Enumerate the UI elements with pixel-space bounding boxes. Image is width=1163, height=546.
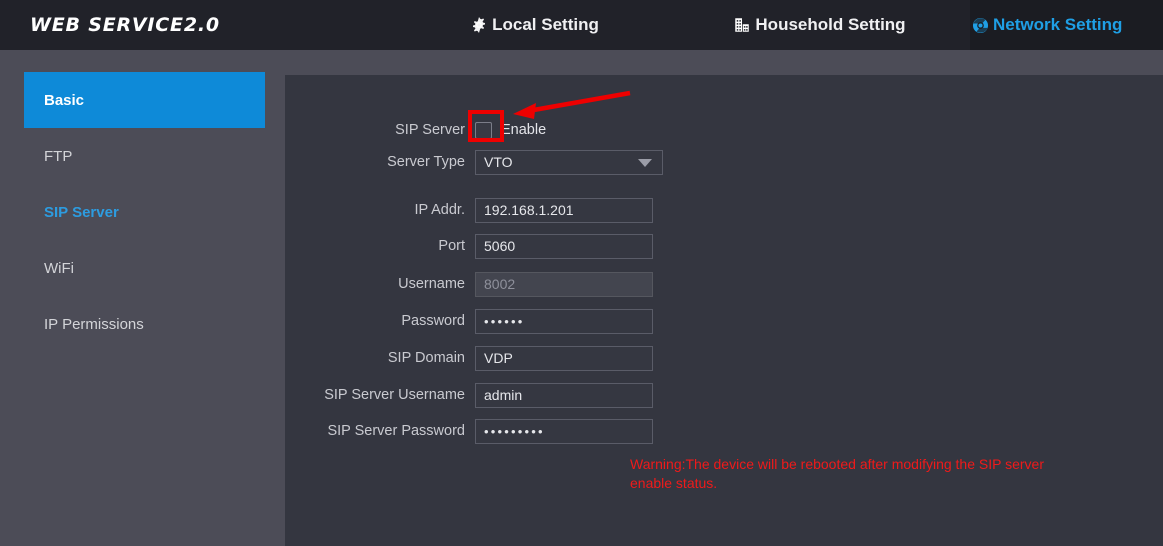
sip-domain-label: SIP Domain xyxy=(387,350,465,366)
building-icon xyxy=(732,15,752,35)
sidebar-item-wifi[interactable]: WiFi xyxy=(24,240,265,296)
top-navigation-bar: WEB SERVICE2.0 Local Setting Household S… xyxy=(0,0,1163,50)
port-field xyxy=(475,233,653,259)
username-label: Username xyxy=(398,276,465,292)
port-input[interactable] xyxy=(475,233,653,259)
sip-server-enable-group: Enable xyxy=(475,121,547,139)
sidebar-item-basic[interactable]: Basic xyxy=(24,72,265,128)
server-type-select[interactable]: VTO xyxy=(475,149,663,175)
sidebar-item-sip-server-label: SIP Server xyxy=(44,203,119,221)
username-field xyxy=(475,271,653,297)
nav-tab-network-setting[interactable]: Network Setting xyxy=(970,0,1163,50)
sip-server-username-label: SIP Server Username xyxy=(324,387,465,403)
sidebar-item-ip-permissions-label: IP Permissions xyxy=(44,315,144,333)
sidebar-item-sip-server[interactable]: SIP Server xyxy=(24,184,265,240)
app-brand: WEB SERVICE2.0 xyxy=(0,0,400,50)
ip-addr-field xyxy=(475,197,653,223)
ip-addr-label: IP Addr. xyxy=(414,202,465,218)
password-field xyxy=(475,308,653,334)
nav-tab-household-setting[interactable]: Household Setting xyxy=(668,0,970,50)
sip-reboot-warning-text: Warning:The device will be rebooted afte… xyxy=(630,456,1044,491)
main-nav: Local Setting Household Setting Network … xyxy=(400,0,1163,50)
sip-domain-field xyxy=(475,345,653,371)
server-type-label: Server Type xyxy=(387,154,465,170)
nav-tab-local-setting[interactable]: Local Setting xyxy=(400,0,668,50)
password-input[interactable] xyxy=(475,308,653,334)
brand-title: WEB SERVICE2.0 xyxy=(30,14,220,36)
globe-icon xyxy=(970,15,990,35)
nav-tab-local-setting-label: Local Setting xyxy=(492,15,599,34)
nav-tab-network-setting-label: Network Setting xyxy=(993,15,1123,34)
ip-addr-input[interactable] xyxy=(475,197,653,223)
sip-server-username-field xyxy=(475,382,653,408)
sip-server-enable-checkbox[interactable] xyxy=(475,121,492,139)
sip-server-password-label: SIP Server Password xyxy=(327,423,465,439)
username-input xyxy=(475,271,653,297)
sip-server-username-input[interactable] xyxy=(475,382,653,408)
sidebar-item-wifi-label: WiFi xyxy=(44,259,74,277)
sidebar-item-ip-permissions[interactable]: IP Permissions xyxy=(24,296,265,352)
chevron-down-icon xyxy=(638,159,652,167)
sip-domain-input[interactable] xyxy=(475,345,653,371)
sip-server-enable-label: Enable xyxy=(501,122,547,138)
nav-tab-household-setting-label: Household Setting xyxy=(755,15,906,34)
sip-server-label: SIP Server xyxy=(395,122,465,138)
port-label: Port xyxy=(438,238,465,254)
gear-icon xyxy=(469,15,489,35)
sidebar: Basic FTP SIP Server WiFi IP Permissions xyxy=(0,50,285,546)
content-panel: SIP Server Enable Server Type VTO IP Add… xyxy=(285,75,1163,546)
sidebar-item-ftp-label: FTP xyxy=(44,147,73,165)
server-type-field: VTO xyxy=(475,149,663,175)
sip-server-password-field xyxy=(475,418,653,444)
sip-server-password-input[interactable] xyxy=(475,418,653,444)
sip-server-form: SIP Server Enable Server Type VTO IP Add… xyxy=(285,75,1163,546)
server-type-value: VTO xyxy=(484,154,513,170)
sidebar-item-basic-label: Basic xyxy=(44,91,85,109)
password-label: Password xyxy=(401,313,465,329)
sidebar-item-ftp[interactable]: FTP xyxy=(24,128,265,184)
